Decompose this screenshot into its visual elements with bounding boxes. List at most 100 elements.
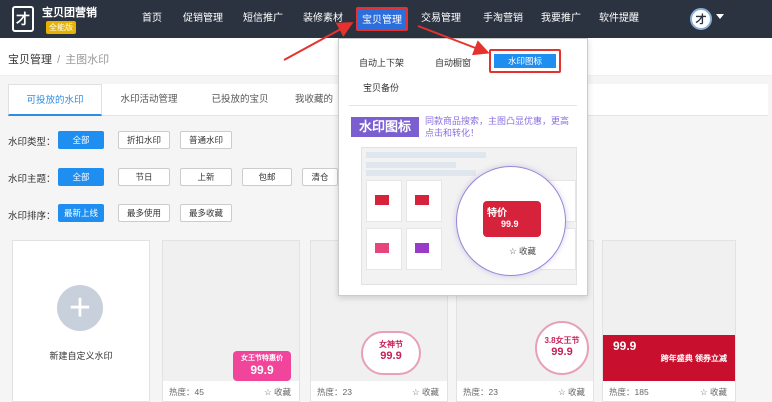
filter-sort-label: 水印排序：	[8, 211, 56, 222]
watermark-sticker: 99.9 跨年盛典 领券立减	[603, 335, 735, 381]
avatar-glyph: 才	[695, 14, 707, 26]
breadcrumb-current: 主图水印	[65, 54, 110, 66]
sticker-title: 女神节	[379, 340, 403, 349]
theme-all-button[interactable]: 全部	[58, 168, 104, 186]
star-icon: ☆	[412, 387, 422, 397]
star-icon: ☆	[558, 387, 568, 397]
favorite-label: 收藏	[709, 387, 727, 397]
brand-logo[interactable]: 才	[12, 6, 34, 32]
preview-card	[406, 180, 442, 222]
nav-reminder[interactable]: 软件提醒	[594, 0, 644, 38]
tab-applied-items[interactable]: 已投放的宝贝	[200, 84, 280, 116]
item-management-dropdown: 自动上下架 自动橱窗 水印图标 宝贝备份 水印图标 同款商品搜索，主图凸显优惠，…	[338, 38, 588, 296]
tab-watermark-activities[interactable]: 水印活动管理	[106, 84, 192, 116]
tab-available-watermarks[interactable]: 可投放的水印	[8, 84, 102, 116]
preview-sticker	[415, 195, 429, 205]
nav-item-management[interactable]: 宝贝管理	[356, 7, 408, 31]
watermark-card[interactable]: 99.9 跨年盛典 领券立减 热度：185 ☆ 收藏	[602, 240, 736, 402]
breadcrumb-separator: /	[57, 54, 61, 66]
favorite-button[interactable]: ☆ 收藏	[558, 386, 585, 398]
sticker-price: 99.9	[551, 346, 573, 358]
preview-card	[366, 180, 402, 222]
banner-text: 同款商品搜索，主图凸显优惠，更高点击和转化！	[425, 116, 570, 138]
theme-holiday-button[interactable]: 节日	[118, 168, 170, 186]
breadcrumb-root[interactable]: 宝贝管理	[8, 54, 52, 66]
sort-most-used-button[interactable]: 最多使用	[118, 204, 170, 222]
watermark-sticker: 女神节 99.9	[361, 331, 421, 375]
sticker-title: 跨年盛典 领券立减	[660, 354, 727, 363]
plus-glyph: +	[68, 287, 92, 329]
sticker-price: 99.9	[380, 350, 402, 362]
preview-card	[406, 228, 442, 270]
avatar[interactable]: 才	[690, 8, 712, 30]
menu-auto-showcase[interactable]: 自动橱窗	[435, 56, 471, 69]
type-discount-button[interactable]: 折扣水印	[118, 131, 170, 149]
breadcrumb: 宝贝管理 / 主图水印	[8, 51, 109, 67]
nav-trade[interactable]: 交易管理	[418, 0, 464, 38]
favorite-label: 收藏	[273, 387, 291, 397]
menu-watermark-icon-highlight[interactable]: 水印图标	[489, 49, 561, 73]
nav-home[interactable]: 首页	[136, 0, 168, 38]
star-icon: ☆	[700, 387, 710, 397]
preview-filter-row	[366, 170, 476, 176]
filter-theme-label: 水印主题：	[8, 174, 56, 185]
card-footer: 热度：185 ☆ 收藏	[603, 381, 735, 401]
new-custom-watermark-card[interactable]: + 新建自定义水印	[12, 240, 150, 402]
star-icon: ☆	[509, 246, 519, 256]
theme-clearance-button[interactable]: 清仓	[302, 168, 338, 186]
zoom-sticker-price: 99.9	[501, 219, 519, 229]
card-footer: 热度：45 ☆ 收藏	[163, 381, 299, 401]
sort-most-favorited-button[interactable]: 最多收藏	[180, 204, 232, 222]
sticker-price: 99.9	[613, 339, 637, 353]
zoom-sticker: 特价 99.9	[483, 201, 541, 237]
watermark-sticker: 女王节特惠价 99.9	[233, 351, 291, 381]
hot-count: 热度：185	[609, 387, 649, 397]
sticker-title: 3.8女王节	[544, 336, 580, 345]
favorite-button[interactable]: ☆ 收藏	[264, 386, 291, 398]
menu-watermark-icon[interactable]: 水印图标	[494, 54, 556, 68]
watermark-sticker: 3.8女王节 99.9	[535, 321, 589, 375]
preview-filter-row	[366, 162, 456, 168]
watermark-card[interactable]: 女王节特惠价 99.9 热度：45 ☆ 收藏	[162, 240, 300, 402]
hot-count: 热度：45	[169, 387, 204, 397]
preview-sticker	[415, 243, 429, 253]
theme-free-shipping-button[interactable]: 包邮	[242, 168, 292, 186]
banner-tag: 水印图标	[351, 117, 419, 137]
menu-auto-listing[interactable]: 自动上下架	[359, 56, 404, 69]
zoom-lens: 特价 99.9 ☆ 收藏	[456, 166, 566, 276]
preview-card	[366, 228, 402, 270]
type-normal-button[interactable]: 普通水印	[180, 131, 232, 149]
tab-favorites[interactable]: 我收藏的	[288, 84, 340, 116]
card-footer: 热度：23 ☆ 收藏	[457, 381, 593, 401]
chevron-down-icon[interactable]	[716, 14, 724, 19]
preview-sticker	[375, 243, 389, 253]
zoom-favorite: ☆ 收藏	[509, 245, 536, 257]
nav-promote[interactable]: 我要推广	[536, 0, 586, 38]
plus-icon: +	[57, 285, 103, 331]
star-icon: ☆	[264, 387, 274, 397]
preview-sticker	[375, 195, 389, 205]
favorite-label: 收藏	[421, 387, 439, 397]
nav-decoration[interactable]: 装修素材	[300, 0, 346, 38]
divider	[349, 105, 577, 106]
theme-new-button[interactable]: 上新	[180, 168, 232, 186]
new-watermark-label: 新建自定义水印	[49, 351, 113, 361]
brand-name: 宝贝团营销	[42, 7, 97, 19]
zoom-sticker-title: 特价	[487, 208, 507, 219]
feature-preview: 特价 99.9 ☆ 收藏	[361, 147, 577, 285]
sort-newest-button[interactable]: 最新上线	[58, 204, 104, 222]
menu-item-backup[interactable]: 宝贝备份	[363, 81, 399, 94]
nav-mobile-taobao[interactable]: 手淘营销	[478, 0, 528, 38]
favorite-label: 收藏	[567, 387, 585, 397]
zoom-favorite-label: 收藏	[518, 246, 536, 256]
hot-count: 热度：23	[463, 387, 498, 397]
nav-sms[interactable]: 短信推广	[240, 0, 286, 38]
preview-tab-row	[366, 152, 486, 158]
favorite-button[interactable]: ☆ 收藏	[700, 386, 727, 398]
favorite-button[interactable]: ☆ 收藏	[412, 386, 439, 398]
top-navbar: 才 宝贝团营销 全能版 首页 促销管理 短信推广 装修素材 宝贝管理 交易管理 …	[0, 0, 772, 38]
nav-promotion[interactable]: 促销管理	[180, 0, 226, 38]
edition-badge: 全能版	[46, 21, 76, 34]
type-all-button[interactable]: 全部	[58, 131, 104, 149]
sticker-price: 99.9	[250, 363, 274, 377]
